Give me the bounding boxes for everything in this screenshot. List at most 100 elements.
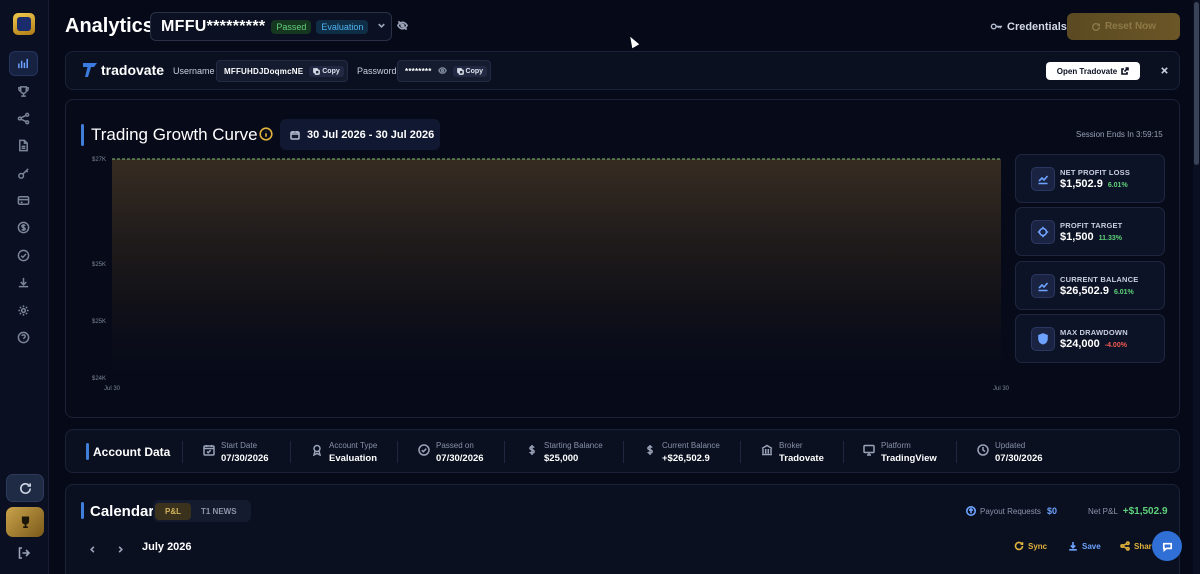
divider [290,441,291,463]
open-tradovate-button[interactable]: Open Tradovate [1046,62,1140,80]
dollar-icon [526,443,538,461]
item-value: Evaluation [329,452,378,464]
growth-chart: $27K $25K $25K $24K Jul 30 Jul 30 [92,157,1010,392]
scrollbar-thumb[interactable] [1194,2,1199,165]
analytics-nav-icon[interactable] [9,51,38,76]
external-link-icon [1121,67,1130,75]
monitor-icon [863,443,875,461]
chat-support-icon[interactable] [1152,531,1182,561]
tradovate-logo: tradovate [82,61,164,79]
stat-percent: 6.01% [1107,182,1128,189]
stat-percent: 6.01% [1113,289,1134,296]
calendar-tabs: P&L T1 NEWS [153,500,251,522]
copy-username-button[interactable]: Copy [309,65,344,77]
award-icon [311,443,323,461]
close-icon[interactable] [1160,62,1169,80]
stat-card-net-profit: NET PROFIT LOSS $1,502.9 6.01% [1015,154,1165,203]
username-field: MFFUHDJDoqmcNE Copy [216,60,348,82]
divider [182,441,183,463]
platform-credentials-bar: tradovate Username MFFUHDJDoqmcNE Copy P… [65,51,1180,90]
reset-label: Reset Now [1104,21,1157,32]
password-value: ******** [405,66,432,76]
net-pl: Net P&L +$1,502.9 [1088,506,1168,517]
sync-icon [1014,541,1024,551]
tab-pl[interactable]: P&L [155,502,191,520]
divider [623,441,624,463]
share-button[interactable]: Shar [1120,541,1152,551]
card-nav-icon[interactable] [9,188,38,213]
refresh-icon [1091,22,1100,31]
settings-nav-icon[interactable] [9,298,38,323]
account-selector[interactable]: MFFU********* Passed Evaluation [150,12,409,41]
divider [956,441,957,463]
copy-label: Copy [322,67,340,75]
show-password-icon[interactable] [432,62,447,80]
previous-month-icon[interactable] [88,541,97,559]
account-start-date: Start Date 07/30/2026 [203,438,269,466]
x-tick-label: Jul 30 [993,386,1010,392]
item-label: Account Type [329,440,378,450]
stat-label: NET PROFIT LOSS [1060,168,1131,177]
account-broker: Broker Tradovate [761,438,824,466]
item-value: 07/30/2026 [221,452,269,464]
copy-password-button[interactable]: Copy [452,65,488,77]
net-pl-value: +$1,502.9 [1122,506,1168,517]
shield-icon [1031,327,1055,351]
status-badge-passed: Passed [271,19,312,34]
stat-value: $26,502.9 [1060,285,1109,297]
account-passed-on: Passed on 07/30/2026 [418,438,484,466]
y-tick-label: $24K [92,376,106,382]
payout-label: Payout Requests [980,506,1041,516]
stat-label: CURRENT BALANCE [1060,275,1139,284]
key-nav-icon[interactable] [9,161,38,186]
credentials-label: Credentials [1007,20,1067,33]
trophy-icon[interactable] [6,507,44,537]
x-tick-label: Jul 30 [104,386,121,392]
check-circle-icon [418,443,430,461]
save-label: Save [1082,541,1101,551]
account-data-panel: Account Data Start Date 07/30/2026 Accoun… [65,429,1180,473]
document-nav-icon[interactable] [9,133,38,158]
dollar-nav-icon[interactable] [9,215,38,240]
eye-off-icon[interactable] [397,18,409,36]
calendar-panel: Calendar P&L T1 NEWS Payout Requests $0 … [65,484,1180,574]
share-nav-icon[interactable] [9,106,38,131]
net-pl-label: Net P&L [1088,507,1118,516]
item-value: Tradovate [779,452,824,464]
username-label: Username [173,66,215,76]
account-name: MFFU********* [161,17,266,35]
sync-button[interactable]: Sync [1014,541,1047,551]
balance-area [112,159,1001,378]
item-label: Starting Balance [544,440,603,450]
tradovate-wordmark: tradovate [101,62,165,78]
stat-percent: -4.00% [1104,342,1127,349]
stat-label: MAX DRAWDOWN [1060,328,1128,337]
credentials-button[interactable]: Credentials [990,20,1067,33]
trend-up-icon [1031,167,1055,191]
section-accent [86,443,89,460]
tab-t1-news[interactable]: T1 NEWS [191,503,247,520]
sync-account-icon[interactable] [6,474,44,502]
save-button[interactable]: Save [1068,541,1101,551]
download-nav-icon[interactable] [9,270,38,295]
item-label: Updated [995,440,1026,450]
app-logo-icon[interactable] [13,13,35,35]
trophy-nav-icon[interactable] [9,79,38,104]
check-nav-icon[interactable] [9,243,38,268]
chevron-down-icon[interactable] [376,18,387,36]
logout-icon[interactable] [17,546,31,565]
open-tradovate-label: Open Tradovate [1056,66,1118,76]
reset-now-button[interactable]: Reset Now [1067,13,1180,40]
item-value: +$26,502.9 [662,452,710,464]
item-value: TradingView [881,452,937,464]
current-month: July 2026 [142,541,192,553]
sync-label: Sync [1028,541,1048,551]
password-label: Password [357,66,397,76]
next-month-icon[interactable] [116,541,125,559]
copy-icon [456,67,464,75]
clock-icon [977,443,989,461]
payout-requests[interactable]: Payout Requests $0 [966,506,1057,516]
status-badge-evaluation: Evaluation [316,19,369,34]
help-nav-icon[interactable] [9,325,38,350]
item-label: Passed on [436,440,474,450]
